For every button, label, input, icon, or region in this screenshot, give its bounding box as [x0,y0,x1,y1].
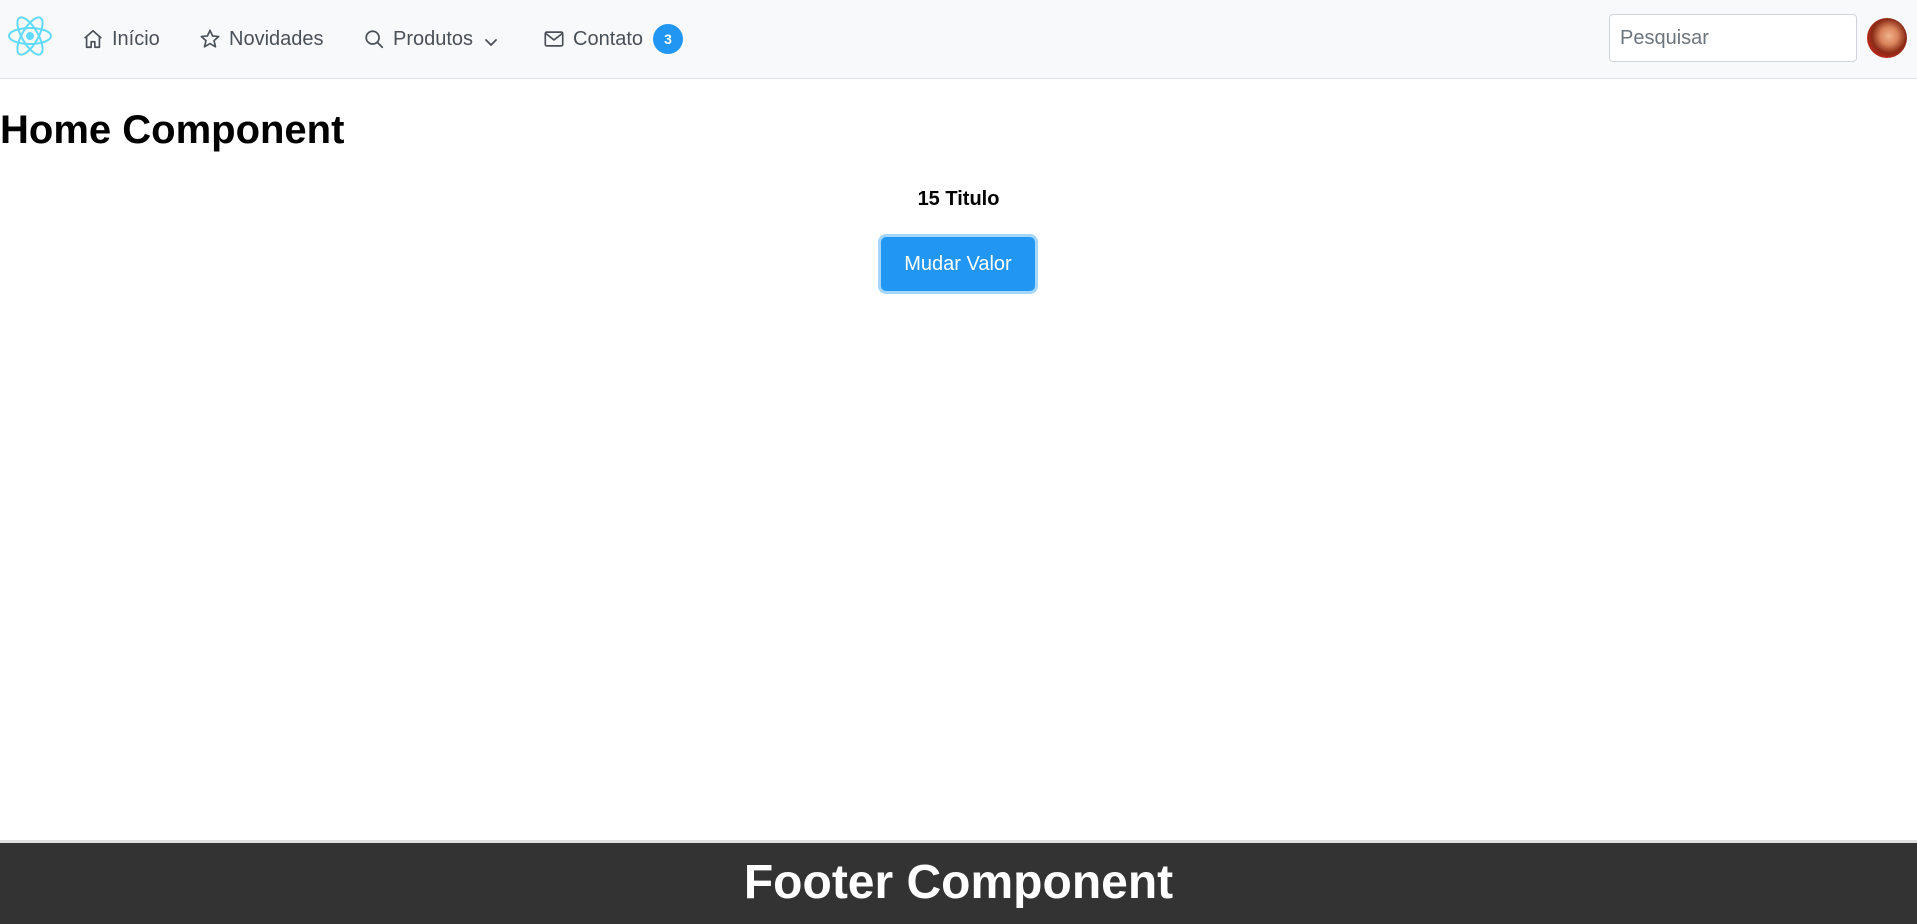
value-title: 15 Titulo [917,188,1000,210]
nav-item-contato[interactable]: Contato 3 [543,22,684,56]
chevron-down-icon[interactable] [483,31,499,47]
nav-item-label: Início [112,27,160,50]
nav-item-label: Produtos [393,27,474,50]
page-title: Home Component [0,108,345,152]
search-icon [363,28,385,50]
user-avatar[interactable] [1867,18,1907,58]
nav-item-produtos[interactable]: Produtos [363,22,499,56]
search-input[interactable] [1609,14,1857,62]
react-logo-icon[interactable] [7,14,53,58]
nav-item-novidades[interactable]: Novidades [199,22,324,56]
nav-item-inicio[interactable]: Início [82,22,160,56]
navbar: Início Novidades Produtos Contato 3 Pesq… [0,0,1917,79]
nav-item-label: Novidades [229,27,324,50]
nav-item-label: Contato [573,27,644,50]
home-icon [82,28,104,50]
notification-badge: 3 [653,24,684,54]
change-value-button[interactable]: Mudar Valor [881,237,1035,291]
footer-title: Footer Component [743,856,1174,909]
envelope-icon [543,28,565,50]
footer: Footer Component [0,840,1917,924]
star-icon [199,28,221,50]
